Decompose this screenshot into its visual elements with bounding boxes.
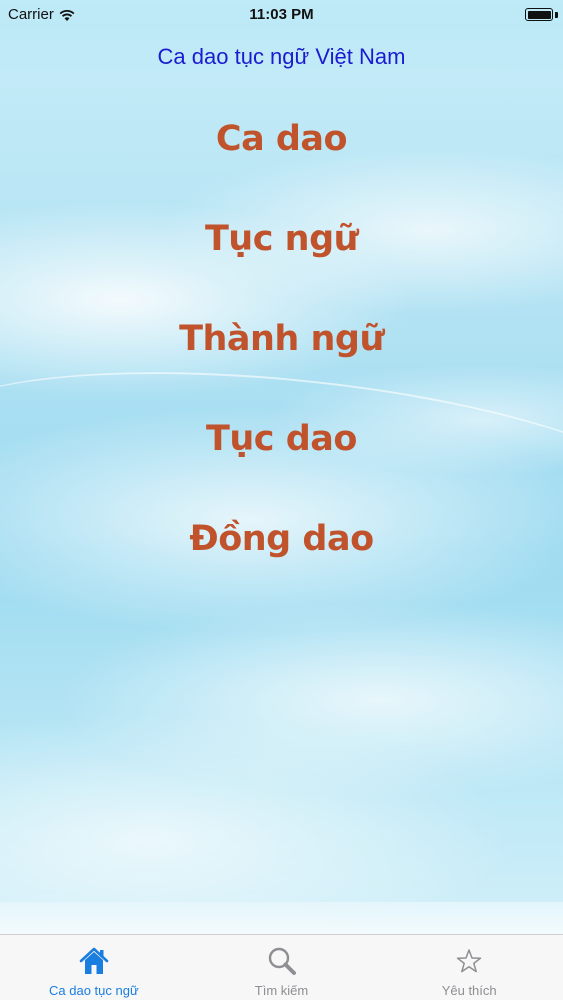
menu-item-tuc-ngu[interactable]: Tục ngữ (0, 204, 563, 304)
search-icon (268, 947, 296, 975)
tab-label: Tìm kiếm (254, 983, 309, 998)
nav-title: Ca dao tục ngữ Việt Nam (157, 44, 406, 69)
battery-icon (525, 8, 553, 21)
menu-item-dong-dao[interactable]: Đồng dao (0, 504, 563, 604)
status-bar: Carrier 11:03 PM (0, 0, 563, 30)
category-menu: Ca dao Tục ngữ Thành ngữ Tục dao Đồng da… (0, 104, 563, 604)
menu-item-thanh-ngu[interactable]: Thành ngữ (0, 304, 563, 404)
tab-yeu-thich[interactable]: Yêu thích (375, 935, 563, 1000)
tab-ca-dao-tuc-ngu[interactable]: Ca dao tục ngữ (0, 935, 188, 1000)
clock: 11:03 PM (249, 6, 314, 23)
star-icon (456, 949, 482, 973)
tab-label: Ca dao tục ngữ (49, 983, 139, 998)
battery-tip (555, 12, 558, 18)
navigation-bar: Ca dao tục ngữ Việt Nam (0, 30, 563, 86)
bottom-strip (0, 902, 563, 934)
tab-label: Yêu thích (441, 983, 497, 998)
tab-bar: Ca dao tục ngữ Tìm kiếm Yêu thích (0, 934, 563, 1000)
battery-fill (527, 10, 551, 19)
app-screen: Carrier 11:03 PM Ca dao tục ngữ Việt Nam… (0, 0, 563, 1000)
menu-item-tuc-dao[interactable]: Tục dao (0, 404, 563, 504)
menu-item-ca-dao[interactable]: Ca dao (0, 104, 563, 204)
tab-tim-kiem[interactable]: Tìm kiếm (188, 935, 376, 1000)
home-icon (79, 947, 109, 974)
